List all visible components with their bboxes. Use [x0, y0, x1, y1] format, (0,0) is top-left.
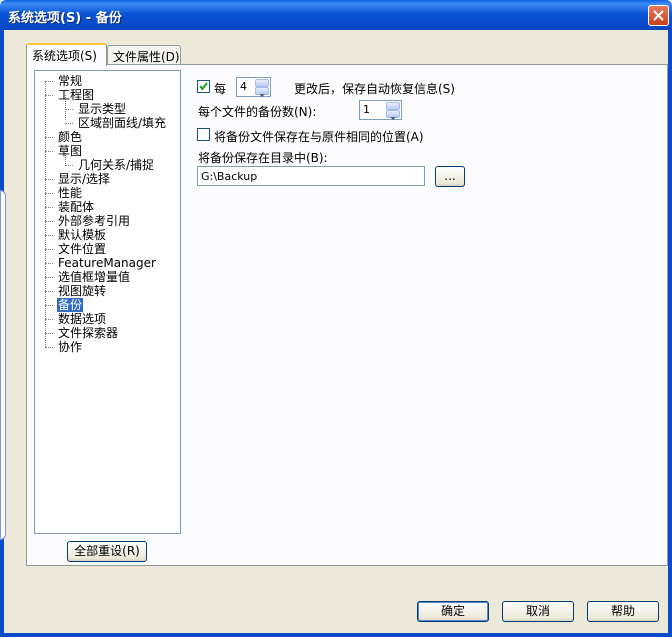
spin-up-button[interactable] [255, 79, 269, 90]
tree-item[interactable]: 装配体 [57, 200, 95, 214]
tree-connector [45, 235, 53, 236]
ok-button[interactable]: 确定 [417, 601, 489, 622]
tree-connector [45, 137, 53, 138]
tree-item[interactable]: 文件位置 [57, 242, 107, 256]
close-button[interactable] [648, 5, 669, 26]
tree-item[interactable]: 协作 [57, 340, 83, 354]
tree-item[interactable]: 颜色 [57, 130, 83, 144]
tree-item[interactable]: 几何关系/捕捉 [77, 158, 155, 172]
backup-dir-label: 将备份保存在目录中(B): [198, 151, 328, 165]
tree-connector [65, 165, 73, 166]
arrow-down-icon [259, 94, 265, 97]
tree-item[interactable]: 区域剖面线/填充 [77, 116, 167, 130]
tree-item[interactable]: 常规 [57, 74, 83, 88]
tree-item[interactable]: 性能 [57, 186, 83, 200]
spin-up-button[interactable] [386, 102, 400, 113]
tree-connector [45, 277, 53, 278]
window-frame-bottom [0, 633, 672, 637]
every-checkbox[interactable] [197, 80, 210, 93]
tree-connector [45, 95, 53, 96]
tree-connector [45, 347, 53, 348]
tree-item[interactable]: 视图旋转 [57, 284, 107, 298]
tree-item[interactable]: 显示类型 [77, 102, 127, 116]
copies-spinner[interactable]: 1 [359, 100, 402, 120]
tree-connector [45, 249, 53, 250]
spin-down-button[interactable] [386, 110, 400, 120]
tree-connector [65, 109, 73, 110]
tree-item[interactable]: 工程图 [57, 88, 95, 102]
window-frame-right [668, 30, 672, 637]
tab-label: 系统选项(S) [32, 49, 97, 63]
tree-connector [45, 319, 53, 320]
tree-item[interactable]: 数据选项 [57, 312, 107, 326]
close-icon [653, 10, 664, 21]
tree-connector [45, 81, 46, 347]
arrow-down-icon [390, 117, 396, 120]
tree-connector [45, 207, 53, 208]
tree-connector [45, 221, 53, 222]
tree-item[interactable]: 显示/选择 [57, 172, 111, 186]
tree-connector [45, 305, 53, 306]
every-spinner[interactable]: 4 [236, 77, 271, 97]
help-button[interactable]: 帮助 [587, 601, 659, 622]
tree-connector [65, 123, 73, 124]
tree-item[interactable]: 默认模板 [57, 228, 107, 242]
title-bar: 系统选项(S) - 备份 [0, 0, 672, 30]
tree-item[interactable]: 外部参考引用 [57, 214, 131, 228]
background-window-edge [0, 190, 6, 540]
every-suffix-label: 更改后，保存自动恢复信息(S) [294, 82, 455, 96]
copies-label: 每个文件的备份数(N): [198, 105, 317, 119]
tab-document-properties[interactable]: 文件属性(D) [107, 45, 181, 65]
browse-button[interactable]: ... [435, 166, 465, 187]
every-label: 每 [214, 82, 227, 96]
tab-label: 文件属性(D) [113, 50, 180, 64]
backup-dir-input[interactable]: G:\Backup [197, 166, 425, 186]
tree-connector [45, 291, 53, 292]
tree-connector [45, 333, 53, 334]
copies-value: 1 [363, 103, 370, 116]
tree-item[interactable]: 文件探索器 [57, 326, 119, 340]
tree-connector [45, 179, 53, 180]
every-value: 4 [240, 80, 247, 93]
tree-item[interactable]: 草图 [57, 144, 83, 158]
tree-item[interactable]: 备份 [57, 298, 84, 312]
same-location-checkbox[interactable] [197, 128, 210, 141]
tree-item[interactable]: FeatureManager [57, 256, 157, 270]
tree-connector [45, 151, 53, 152]
tree-connector [45, 81, 53, 82]
cancel-button[interactable]: 取消 [502, 601, 574, 622]
window-title: 系统选项(S) - 备份 [8, 11, 122, 26]
reset-all-button[interactable]: 全部重设(R) [67, 541, 147, 562]
spin-down-button[interactable] [255, 87, 269, 97]
tab-system-options[interactable]: 系统选项(S) [26, 43, 107, 66]
tree-connector [45, 193, 53, 194]
tree-item[interactable]: 选值框增量值 [57, 270, 131, 284]
checkmark-icon [199, 82, 208, 91]
options-tree[interactable]: 常规 工程图 显示类型 区域剖面线/填充 颜色 草图 几何关系/捕捉 显示/选择 性能 装配体 外部… [34, 70, 181, 534]
same-location-label: 将备份文件保存在与原件相同的位置(A) [214, 130, 424, 144]
tree-connector [45, 263, 53, 264]
